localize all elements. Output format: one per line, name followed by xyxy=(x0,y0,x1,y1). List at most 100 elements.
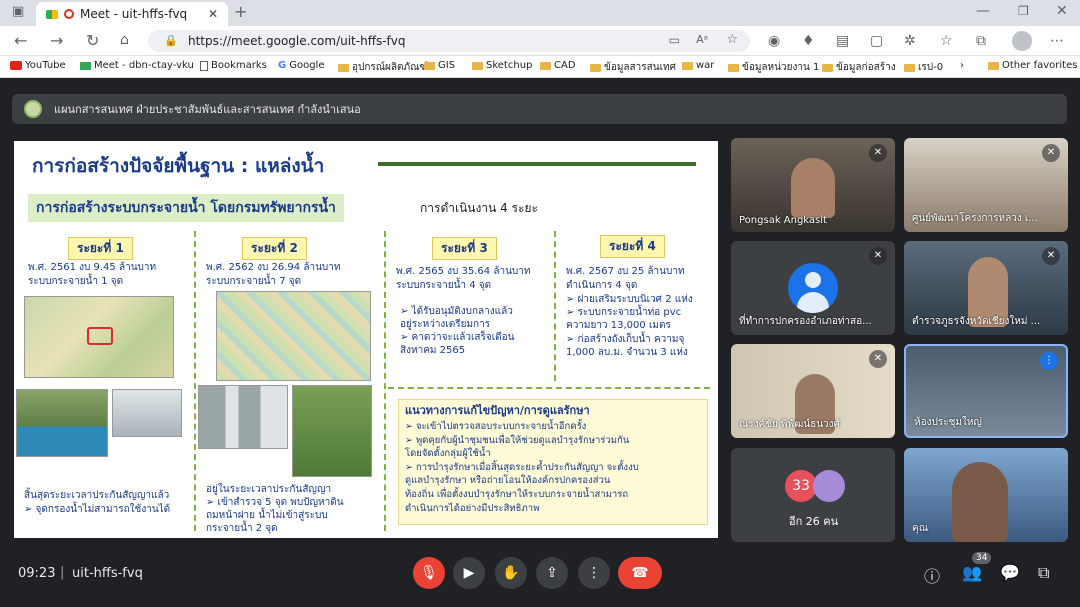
maximize-icon[interactable]: ❐ xyxy=(1018,5,1029,17)
favorites-icon[interactable]: ☆ xyxy=(940,34,953,48)
bookmark-folder-1[interactable]: อุปกรณ์ผลิตภัณฑ์ xyxy=(338,60,428,75)
phases-note: การดำเนินงาน 4 ระยะ xyxy=(420,201,538,215)
mic-off-icon: ✕ xyxy=(869,247,887,265)
bookmark-folder-6[interactable]: war xyxy=(682,60,714,71)
slide-subtitle: การก่อสร้างระบบกระจายน้ำ โดยกรมทรัพยากรน… xyxy=(28,194,344,222)
solution-box: แนวทางการแก้ไขปัญหา/การดูแลรักษา ➢ จะเข้… xyxy=(398,399,708,525)
tabs-icon[interactable]: ⧉ xyxy=(976,34,986,48)
solution-item-6: ท้องถิ่น เพื่อตั้งงบบำรุงรักษาให้ระบบกระ… xyxy=(405,489,629,500)
minimize-icon[interactable]: — xyxy=(976,4,990,18)
solution-item-5: ดูแลบำรุงรักษา หรือถ่ายโอนให้องค์กรปกครอ… xyxy=(405,475,611,486)
bookmark-folder-8[interactable]: ข้อมูลก่อสร้าง xyxy=(822,60,896,75)
participant-tile[interactable]: ✕ ศูนย์พัฒนาโครงการหลวง เ... xyxy=(904,138,1068,232)
bookmark-folder-4[interactable]: CAD xyxy=(540,60,576,71)
activities-icon[interactable]: ⧉ xyxy=(1038,563,1049,583)
column-divider xyxy=(194,231,196,531)
close-window-icon[interactable]: ✕ xyxy=(1056,4,1068,18)
more-bookmarks-icon[interactable]: › xyxy=(960,60,964,71)
mic-toggle-button[interactable]: 🎙 xyxy=(413,557,445,589)
photo-field xyxy=(292,385,372,477)
folder-icon xyxy=(590,63,601,72)
camera-permission-icon[interactable]: ▭ xyxy=(669,33,680,47)
youtube-icon xyxy=(10,61,22,70)
phase-3-label: ระยะที่ 3 xyxy=(432,237,497,260)
other-favorites[interactable]: Other favorites xyxy=(988,60,1077,71)
mic-off-icon: ✕ xyxy=(869,144,887,162)
participant-name: ที่ทำการปกครองอำเภอท่าสอ... xyxy=(739,316,872,327)
phase-1-label: ระยะที่ 1 xyxy=(68,237,133,260)
participant-video xyxy=(791,158,835,218)
bookmark-bookmarks[interactable]: Bookmarks xyxy=(200,60,267,71)
home-icon[interactable]: ⌂ xyxy=(120,33,129,47)
self-tile[interactable]: คุณ xyxy=(904,448,1068,542)
phase-3-item-1: ➢ ได้รับอนุมัติงบกลางแล้ว xyxy=(400,306,513,317)
phase-1-note-2: ➢ จุดกรองน้ำไม่สามารถใช้งานได้ xyxy=(24,504,171,515)
bookmark-folder-5[interactable]: ข้อมูลสารสนเทศ xyxy=(590,60,676,75)
phase-1-line2: ระบบกระจายน้ำ 1 จุด xyxy=(28,276,124,287)
phase-2-note-4: กระจายน้ำ 2 จุด xyxy=(206,523,278,534)
more-participants-tile[interactable]: 33 อีก 26 คน xyxy=(731,448,895,542)
bookmark-google[interactable]: G Google xyxy=(278,60,324,71)
extension-icon[interactable]: ◉ xyxy=(768,34,780,48)
read-aloud-icon[interactable]: Aᵃ xyxy=(696,33,708,46)
bookmark-folder-7[interactable]: ข้อมูลหน่วยงาน 1 xyxy=(728,60,819,75)
participant-tile[interactable]: ✕ ตำรวจภูธรจังหวัดเชียงใหม่ ... xyxy=(904,241,1068,335)
present-button[interactable]: ⇪ xyxy=(536,557,568,589)
bookmark-folder-9[interactable]: เรป-0 xyxy=(904,60,943,75)
mic-off-icon: ✕ xyxy=(1042,144,1060,162)
url-field[interactable]: 🔒 https://meet.google.com/uit-hffs-fvq ▭… xyxy=(148,30,750,52)
slide-title: การก่อสร้างปัจจัยพื้นฐาน : แหล่งน้ำ xyxy=(32,155,325,177)
end-call-button[interactable]: ☎ xyxy=(618,557,662,589)
folder-icon xyxy=(472,61,483,70)
participant-tile[interactable]: ✕ ณรงค์ชัย พิพัฒน์ธนวงศ์ xyxy=(731,344,895,438)
avatar xyxy=(813,470,845,502)
reload-icon[interactable]: ↻ xyxy=(86,33,99,49)
bookmark-folder-3[interactable]: Sketchup xyxy=(472,60,532,71)
participant-name: คุณ xyxy=(912,523,928,534)
title-rule xyxy=(378,162,696,166)
participant-tile[interactable]: ✕ Pongsak Angkasit xyxy=(731,138,895,232)
solution-title: แนวทางการแก้ไขปัญหา/การดูแลรักษา xyxy=(405,404,590,417)
solution-item-7: ดำเนินการได้อย่างมีประสิทธิภาพ xyxy=(405,503,540,514)
phase-3-item-3: ➢ คาดว่าจะแล้วเสร็จเดือน xyxy=(400,332,515,343)
column-divider xyxy=(384,231,386,531)
folder-icon xyxy=(338,63,349,72)
folder-icon xyxy=(728,63,739,72)
mic-off-icon: ✕ xyxy=(869,350,887,368)
add-favorite-icon[interactable]: ☆ xyxy=(726,32,738,47)
lock-icon: 🔒 xyxy=(164,34,178,47)
avatar xyxy=(788,263,838,313)
screenshot-icon[interactable]: ▤ xyxy=(836,34,849,48)
puzzle-icon[interactable]: ✲ xyxy=(904,34,916,48)
collections-icon[interactable]: ▢ xyxy=(870,34,883,48)
bulb-icon[interactable]: ♦ xyxy=(802,34,815,48)
phase-2-note-2: ➢ เข้าสำรวจ 5 จุด พบปัญหาดิน xyxy=(206,497,344,508)
info-icon[interactable]: ⓘ xyxy=(924,563,940,587)
meet-favicon-icon xyxy=(46,9,58,19)
new-tab-icon[interactable]: + xyxy=(234,4,247,20)
forward-icon[interactable]: → xyxy=(50,33,63,49)
participant-tile[interactable]: ✕ ที่ทำการปกครองอำเภอท่าสอ... xyxy=(731,241,895,335)
participant-tile-speaking[interactable]: ⋮ ห้องประชุมใหญ่ xyxy=(904,344,1068,438)
close-tab-icon[interactable]: ✕ xyxy=(208,7,218,21)
bookmark-youtube[interactable]: YouTube xyxy=(10,60,66,71)
raise-hand-button[interactable]: ✋ xyxy=(495,557,527,589)
tab-actions-icon[interactable]: ▣ xyxy=(12,5,24,18)
profile-avatar[interactable] xyxy=(1012,31,1032,51)
participant-video xyxy=(952,462,1008,542)
bookmark-folder-2[interactable]: GIS xyxy=(424,60,455,71)
phase-4-item-2: ➢ ระบบกระจายน้ำท่อ pvc xyxy=(566,307,682,318)
participant-name: ณรงค์ชัย พิพัฒน์ธนวงศ์ xyxy=(739,419,840,430)
camera-toggle-button[interactable]: ▶ xyxy=(453,557,485,589)
browser-tab[interactable]: Meet - uit-hffs-fvq ✕ xyxy=(36,2,228,26)
recording-icon xyxy=(64,9,74,19)
people-icon[interactable]: 👥 xyxy=(962,563,982,582)
phase-2-line1: พ.ศ. 2562 งบ 26.94 ล้านบาท xyxy=(206,262,341,273)
chat-icon[interactable]: 💬 xyxy=(1000,563,1020,582)
more-icon[interactable]: ⋯ xyxy=(1050,34,1064,48)
bookmark-meet[interactable]: Meet - dbn-ctay-vku xyxy=(80,60,194,71)
back-icon[interactable]: ← xyxy=(14,33,27,49)
more-options-button[interactable]: ⋮ xyxy=(578,557,610,589)
map-marker xyxy=(87,327,113,345)
phase-3-item-4: สิงหาคม 2565 xyxy=(400,345,466,356)
